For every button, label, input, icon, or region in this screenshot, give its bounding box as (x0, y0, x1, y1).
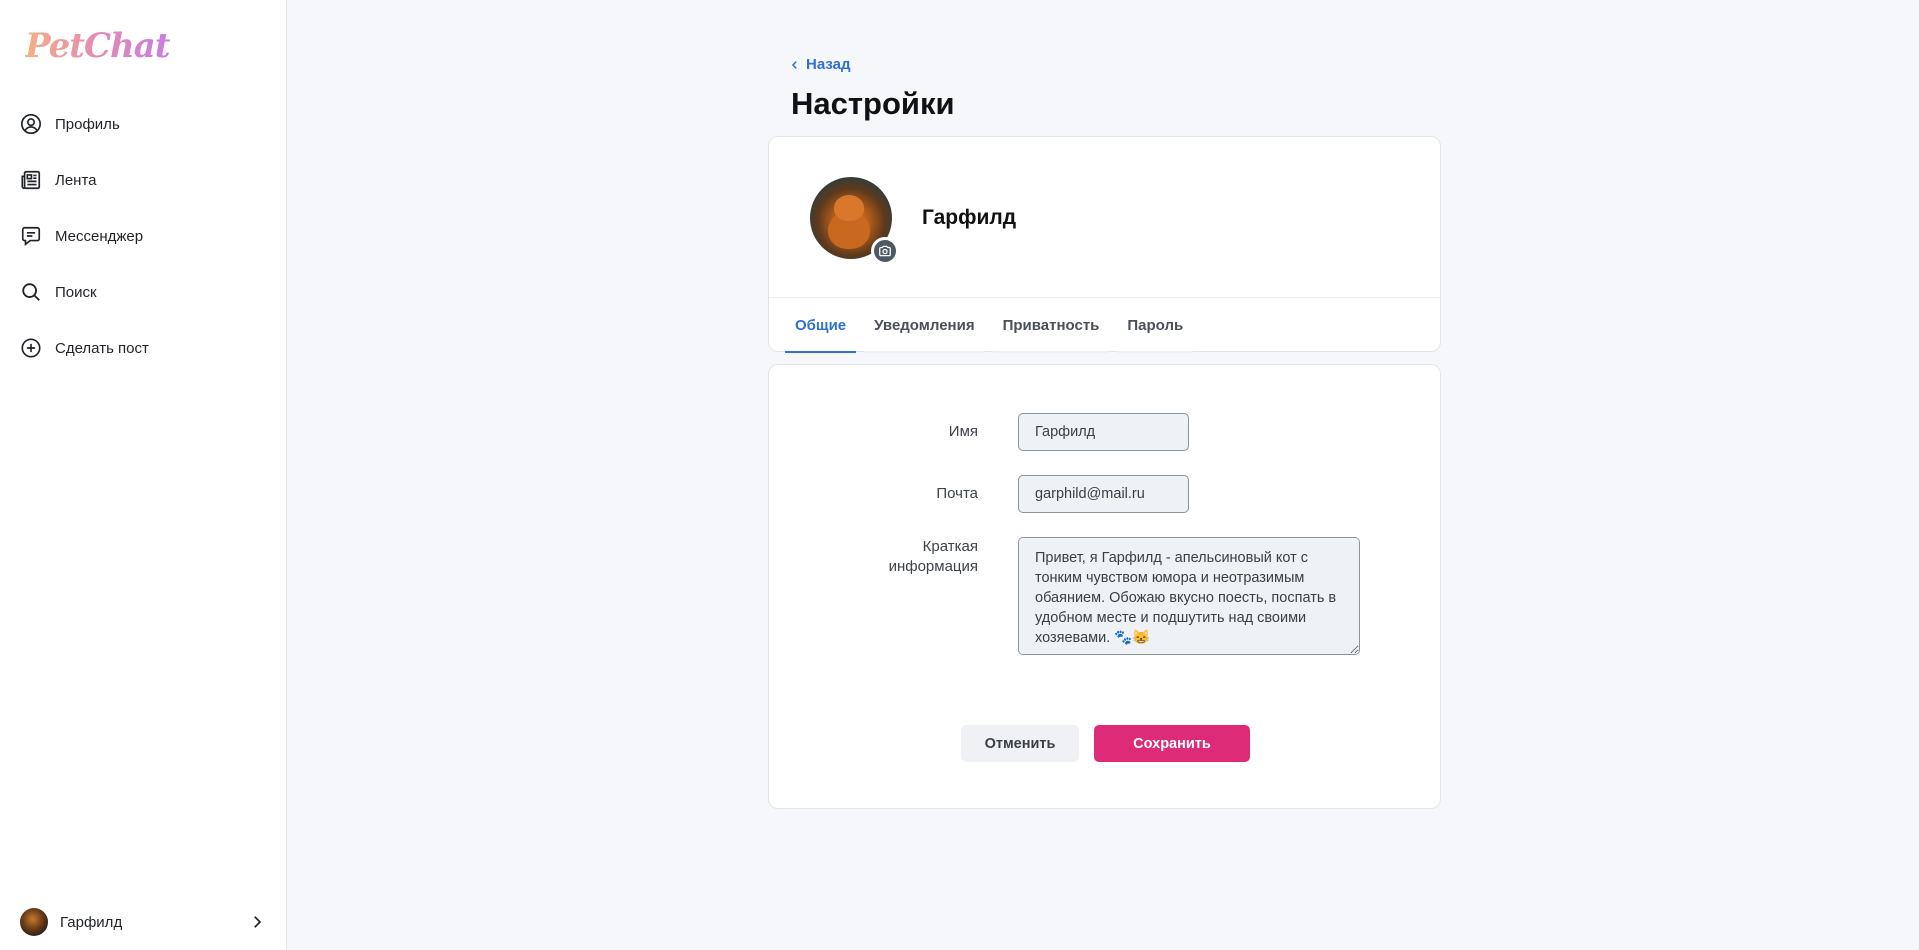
tab-privacy[interactable]: Приватность (992, 298, 1110, 353)
sidebar-item-label: Поиск (55, 283, 97, 301)
tab-password[interactable]: Пароль (1117, 298, 1194, 353)
sidebar-item-label: Сделать пост (55, 339, 149, 357)
back-link[interactable]: Назад (790, 56, 850, 73)
sidebar-item-feed[interactable]: Лента (0, 152, 286, 208)
sidebar-item-profile[interactable]: Профиль (0, 96, 286, 152)
settings-form: Имя Почта Краткая информация Привет, я Г… (768, 364, 1441, 809)
user-circle-icon (20, 113, 42, 135)
sidebar-item-search[interactable]: Поиск (0, 264, 286, 320)
sidebar-nav: Профиль Лента Мессенджер Поиск Сделать п… (0, 96, 286, 376)
sidebar-item-label: Профиль (55, 115, 120, 133)
name-field[interactable] (1018, 413, 1189, 451)
settings-tabs: Общие Уведомления Приватность Пароль (785, 298, 1201, 353)
plus-circle-icon (20, 337, 42, 359)
bio-textarea[interactable]: Привет, я Гарфилд - апельсиновый кот с т… (1018, 537, 1360, 655)
avatar-wrapper (810, 177, 899, 265)
app-logo[interactable]: PetChat (25, 26, 171, 66)
sidebar-user-name: Гарфилд (60, 913, 123, 931)
bio-label-line: информация (888, 558, 978, 575)
tab-general[interactable]: Общие (785, 298, 857, 353)
save-button[interactable]: Сохранить (1094, 725, 1250, 762)
email-label: Почта (936, 485, 978, 502)
tab-notifications[interactable]: Уведомления (864, 298, 986, 353)
bio-label: Краткая информация (889, 537, 978, 577)
sidebar-item-create-post[interactable]: Сделать пост (0, 320, 286, 376)
avatar (20, 908, 48, 936)
sidebar: PetChat Профиль Лента Мессенджер Поиск С… (0, 0, 287, 950)
change-avatar-button[interactable] (871, 237, 899, 265)
cancel-button[interactable]: Отменить (961, 725, 1079, 762)
sidebar-user-menu[interactable]: Гарфилд (0, 894, 286, 950)
newspaper-icon (20, 169, 42, 191)
bio-label-line: Краткая (922, 538, 978, 555)
search-icon (20, 281, 42, 303)
chat-icon (20, 225, 42, 247)
name-label: Имя (948, 423, 978, 440)
chevron-left-icon (791, 60, 797, 69)
profile-name: Гарфилд (922, 206, 1017, 229)
page-title: Настройки (791, 86, 955, 121)
sidebar-item-label: Мессенджер (55, 227, 144, 245)
sidebar-item-messenger[interactable]: Мессенджер (0, 208, 286, 264)
sidebar-item-label: Лента (55, 171, 97, 189)
camera-icon (879, 245, 891, 257)
back-label: Назад (806, 56, 851, 73)
email-field[interactable] (1018, 475, 1189, 513)
profile-card: Гарфилд Общие Уведомления Приватность Па… (768, 136, 1441, 353)
chevron-right-icon (248, 913, 266, 931)
